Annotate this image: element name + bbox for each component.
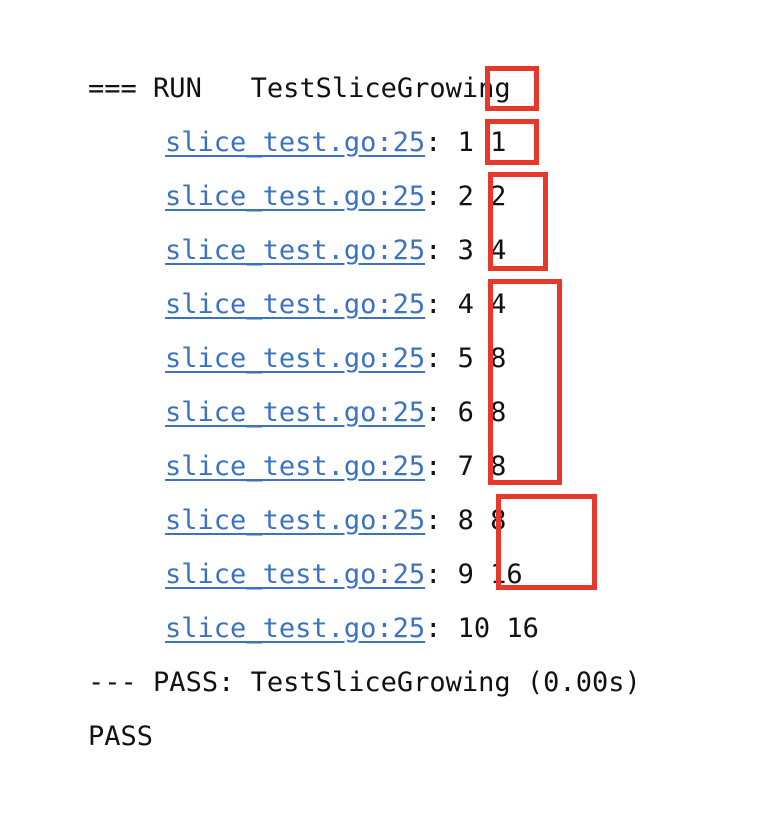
console-line-log-7: slice_test.go:25: 7 8 xyxy=(100,386,506,482)
console-line-log-8: slice_test.go:25: 8 8 xyxy=(100,440,506,536)
test-output-console[interactable]: === RUN TestSliceGrowing slice_test.go:2… xyxy=(0,0,774,816)
console-line-log-6: slice_test.go:25: 6 8 xyxy=(100,332,506,428)
pass-summary-text: PASS xyxy=(88,721,154,752)
console-line-log-4: slice_test.go:25: 4 4 xyxy=(100,224,506,320)
pass-detail-text: --- PASS: TestSliceGrowing (0.00s) xyxy=(88,667,641,698)
console-line-log-2: slice_test.go:25: 2 2 xyxy=(100,116,506,212)
console-line-run-header: === RUN TestSliceGrowing xyxy=(23,8,511,104)
console-line-pass-detail: --- PASS: TestSliceGrowing (0.00s) xyxy=(23,602,641,698)
console-line-log-1: slice_test.go:25: 1 1 xyxy=(100,62,506,158)
console-line-log-10: slice_test.go:25: 10 16 xyxy=(100,548,539,644)
console-line-log-5: slice_test.go:25: 5 8 xyxy=(100,278,506,374)
console-line-exit-message: Process finished with the exit code 0 xyxy=(23,764,689,816)
console-line-log-3: slice_test.go:25: 3 4 xyxy=(100,170,506,266)
console-line-log-9: slice_test.go:25: 9 16 xyxy=(100,494,523,590)
console-line-pass-summary: PASS xyxy=(23,656,153,752)
